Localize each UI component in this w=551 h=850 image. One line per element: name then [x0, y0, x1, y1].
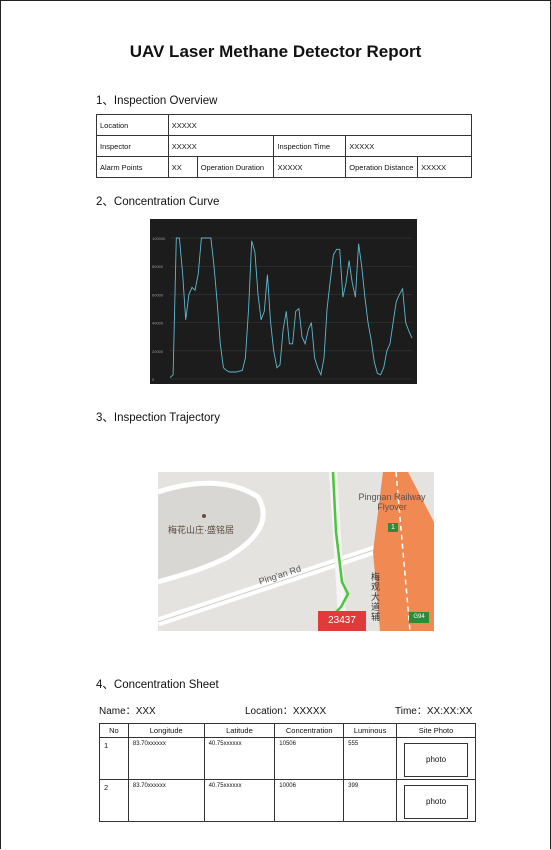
map-poi-label: 梅花山庄·盛铭居 — [168, 525, 234, 535]
cell-luminous: 555 — [343, 737, 398, 780]
cell-concentration: 10506 — [274, 737, 345, 780]
column-header-longitude: Longitude — [127, 723, 205, 738]
cell-site-photo: photo — [396, 779, 476, 822]
table-header-row: No Longitude Latitude Concentration Lumi… — [99, 723, 476, 738]
y-tick-label: 100000 — [152, 236, 166, 241]
location-value: XXXXX — [292, 706, 327, 717]
column-header-concentration: Concentration — [274, 723, 345, 738]
y-tick-label: 40000 — [152, 321, 164, 326]
highway-shield-g94: G94 — [413, 614, 425, 620]
concentration-sheet-table: No Longitude Latitude Concentration Lumi… — [99, 723, 476, 822]
alarm-points-value: XX — [167, 156, 198, 178]
table-row: 1 83.70xxxxxx 40.75xxxxxx 10506 555 phot… — [99, 737, 476, 780]
name-value: XXX — [135, 706, 156, 717]
section-heading-curve: 2、Concentration Curve — [96, 196, 220, 208]
column-header-no: No — [99, 723, 129, 738]
cell-no: 1 — [99, 737, 129, 780]
sheet-location: Location：XXXXX — [245, 702, 326, 717]
operation-distance-value: XXXXX — [417, 156, 472, 178]
overview-table: Location XXXXX Inspector XXXXX Inspectio… — [96, 114, 473, 178]
section-heading-overview: 1、Inspection Overview — [96, 95, 218, 107]
sheet-name: Name：XXX — [99, 702, 156, 717]
y-tick-label: 0 — [152, 377, 155, 382]
y-tick-label: 20000 — [152, 349, 164, 354]
site-photo[interactable]: photo — [404, 785, 469, 819]
column-header-site-photo: Site Photo — [396, 723, 476, 738]
table-row: Inspector XXXXX Inspection Time XXXXX — [96, 135, 472, 157]
operation-distance-label: Operation Distance — [345, 156, 419, 178]
map-red-marker: 23437 — [328, 615, 356, 626]
column-header-latitude: Latitude — [203, 723, 276, 738]
time-value: XX:XX:XX — [426, 706, 473, 717]
sheet-time: Time：XX:XX:XX — [395, 702, 472, 717]
trajectory-map: 梅花山庄·盛铭居 Ping'an Rd Pingnan Railway Flyo… — [158, 472, 434, 631]
inspector-label: Inspector — [96, 135, 169, 157]
time-label: Time： — [395, 706, 427, 717]
y-tick-label: 80000 — [152, 264, 164, 269]
alarm-points-label: Alarm Points — [96, 156, 169, 178]
report-title: UAV Laser Methane Detector Report — [129, 42, 422, 61]
table-row: Location XXXXX — [96, 114, 473, 136]
table-row: 2 83.70xxxxxx 40.75xxxxxx 10006 399 phot… — [99, 779, 476, 822]
cell-no: 2 — [99, 779, 129, 822]
cell-latitude: 40.75xxxxxx — [203, 737, 276, 780]
operation-duration-label: Operation Duration — [196, 156, 275, 178]
name-label: Name： — [99, 706, 136, 717]
column-header-luminous: Luminous — [343, 723, 398, 738]
location-value: XXXXX — [167, 114, 473, 136]
map-flyover-label: Pingnan Railway Flyover — [358, 492, 426, 512]
inspection-time-value: XXXXX — [345, 135, 472, 157]
concentration-chart: 100000 80000 60000 40000 20000 0 — [150, 219, 417, 384]
table-row: Alarm Points XX Operation Duration XXXXX… — [96, 156, 472, 178]
inspector-value: XXXXX — [167, 135, 275, 157]
inspection-time-label: Inspection Time — [273, 135, 347, 157]
location-label: Location： — [245, 706, 293, 717]
map-highway-label: 梅观大道辅 — [371, 572, 381, 622]
section-heading-sheet: 4、Concentration Sheet — [96, 679, 219, 691]
cell-longitude: 83.70xxxxxx — [127, 737, 205, 780]
highway-shield-1: 1 — [391, 524, 395, 531]
cell-longitude: 83.70xxxxxx — [127, 779, 205, 822]
location-label: Location — [96, 114, 169, 136]
cell-site-photo: photo — [396, 737, 476, 780]
section-heading-trajectory: 3、Inspection Trajectory — [96, 412, 221, 424]
concentration-line — [169, 237, 413, 378]
y-tick-label: 60000 — [152, 292, 164, 297]
cell-concentration: 10006 — [274, 779, 345, 822]
concentration-chart-svg: 100000 80000 60000 40000 20000 0 — [152, 236, 413, 382]
operation-duration-value: XXXXX — [273, 156, 347, 178]
site-photo[interactable]: photo — [404, 743, 469, 777]
cell-luminous: 399 — [343, 779, 398, 822]
cell-latitude: 40.75xxxxxx — [203, 779, 276, 822]
